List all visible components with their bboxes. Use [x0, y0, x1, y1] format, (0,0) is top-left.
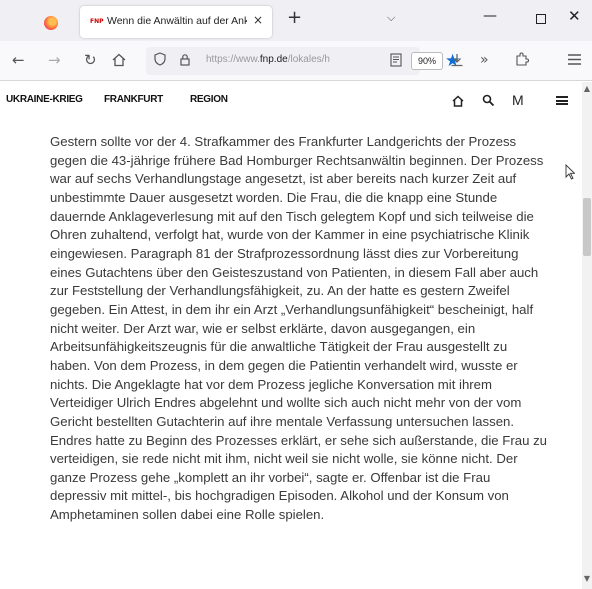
nav-link-frankfurt[interactable]: FRANKFURT: [104, 94, 163, 105]
tab-bar: FNP Wenn die Anwältin auf der Ankl × + ⌵…: [0, 0, 592, 41]
close-icon[interactable]: ×: [253, 13, 263, 27]
article-paragraph: Gestern sollte vor der 4. Strafkammer de…: [50, 134, 547, 523]
plus-icon[interactable]: +: [287, 9, 302, 27]
scroll-up-arrow-icon[interactable]: ▲: [582, 84, 592, 93]
home-icon[interactable]: [112, 53, 126, 67]
extensions-icon[interactable]: [515, 52, 529, 67]
site-nav: UKRAINE-KRIEG FRANKFURT REGION M: [0, 82, 582, 118]
forward-arrow-icon[interactable]: →: [48, 51, 61, 69]
fnp-favicon-icon: FNP: [90, 18, 104, 25]
browser-window: FNP Wenn die Anwältin auf der Ankl × + ⌵…: [0, 0, 592, 589]
tab-active[interactable]: FNP Wenn die Anwältin auf der Ankl ×: [80, 6, 272, 38]
firefox-icon[interactable]: [44, 16, 58, 30]
download-icon[interactable]: [450, 53, 464, 67]
lock-icon[interactable]: [180, 53, 190, 66]
minimize-icon[interactable]: —: [483, 8, 497, 24]
overflow-icon[interactable]: »: [480, 51, 489, 69]
scroll-down-arrow-icon[interactable]: ▼: [582, 574, 592, 583]
nav-link-region[interactable]: REGION: [190, 94, 228, 105]
url-bar[interactable]: https://www.fnp.de/lokales/h 90% ★: [146, 47, 460, 75]
hamburger-icon[interactable]: [556, 96, 568, 105]
tab-title: Wenn die Anwältin auf der Ankl: [107, 15, 247, 27]
scrollbar[interactable]: ▲ ▼: [582, 82, 592, 589]
url-text[interactable]: https://www.fnp.de/lokales/h: [206, 54, 330, 65]
shield-icon[interactable]: [154, 52, 166, 66]
close-window-icon[interactable]: ✕: [568, 7, 581, 25]
cursor-icon: [565, 164, 575, 180]
navigation-bar: ← → ↻ https://www.fnp.de/lokales/h 90% ★: [0, 41, 592, 81]
chevron-down-icon[interactable]: ⌵: [387, 11, 395, 25]
zoom-level-badge[interactable]: 90%: [411, 52, 443, 70]
menu-icon[interactable]: [568, 54, 581, 65]
article-body: Gestern sollte vor der 4. Strafkammer de…: [50, 133, 550, 525]
nav-link-ukraine-krieg[interactable]: UKRAINE-KRIEG: [6, 94, 83, 105]
maximize-icon[interactable]: [536, 14, 546, 24]
account-icon[interactable]: M: [512, 92, 524, 108]
search-icon[interactable]: [482, 94, 495, 107]
home-icon[interactable]: [452, 95, 464, 107]
back-arrow-icon[interactable]: ←: [12, 51, 25, 69]
reload-icon[interactable]: ↻: [84, 51, 97, 69]
reader-view-icon[interactable]: [390, 53, 402, 67]
scrollbar-thumb[interactable]: [583, 198, 591, 256]
